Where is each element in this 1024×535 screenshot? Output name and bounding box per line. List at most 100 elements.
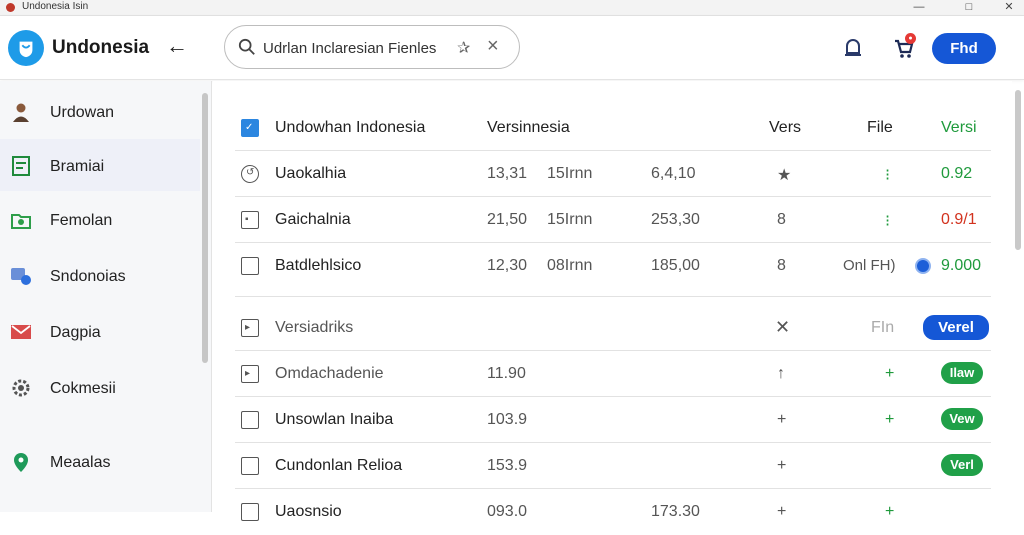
main-scrollbar[interactable] bbox=[1015, 90, 1021, 250]
cloud-icon bbox=[11, 268, 31, 285]
row-checkbox[interactable]: ▸ bbox=[241, 365, 259, 383]
star-icon[interactable]: ★ bbox=[777, 165, 791, 185]
section-checkbox[interactable]: ▸ bbox=[241, 319, 259, 337]
row-value-a: 12,30 bbox=[487, 257, 528, 274]
row-radio[interactable]: ↺ bbox=[241, 165, 259, 183]
section-fin-label: FIn bbox=[871, 319, 895, 336]
add-icon[interactable]: + bbox=[885, 365, 894, 383]
status-badge: Ilaw bbox=[941, 362, 983, 384]
sidebar-item-label: Urdowan bbox=[50, 104, 115, 121]
section-action-button[interactable]: Verel bbox=[923, 315, 989, 340]
more-icon[interactable]: ⁝ bbox=[885, 165, 890, 185]
row-version: 0.9/1 bbox=[941, 211, 977, 228]
row-name: Omdachadenie bbox=[275, 365, 384, 382]
pin-icon[interactable]: ✰ bbox=[457, 38, 470, 58]
row-value-a: 103.9 bbox=[487, 411, 528, 428]
brand-name: Undonesia bbox=[52, 37, 150, 58]
section-header-row: ▸ Versiadriks ✕ FIn Verel bbox=[235, 305, 991, 351]
window-title-bar: Undonesia Isin — □ ✕ bbox=[0, 0, 1024, 16]
table-row[interactable]: Unsowlan Inaiba 103.9 + + Vew bbox=[235, 397, 991, 443]
clear-search-icon[interactable]: × bbox=[487, 35, 499, 58]
status-badge: Verl bbox=[941, 454, 983, 476]
row-checkbox[interactable]: ▪ bbox=[241, 211, 259, 229]
document-icon bbox=[12, 156, 30, 176]
table-header-row: ✓ Undowhan Indonesia Versinnesia Vers Fi… bbox=[235, 105, 991, 151]
column-header-versi[interactable]: Versi bbox=[941, 119, 977, 137]
gear-icon bbox=[12, 379, 30, 397]
sidebar-item-sndonoias[interactable]: Sndonoias bbox=[0, 249, 200, 301]
table-row[interactable]: Uaosnsio 093.0 173.30 + + bbox=[235, 489, 991, 535]
search-input[interactable] bbox=[263, 37, 475, 59]
column-header-vers[interactable]: Vers bbox=[769, 119, 801, 137]
sidebar-item-cokmesii[interactable]: Cokmesii bbox=[0, 361, 200, 413]
sidebar-item-label: Meaalas bbox=[50, 454, 111, 471]
row-value-a: 093.0 bbox=[487, 503, 528, 520]
sidebar-item-meaalas[interactable]: Meaalas bbox=[0, 435, 200, 487]
row-name: Uaosnsio bbox=[275, 503, 342, 520]
row-value-b: 15Irnn bbox=[547, 165, 593, 182]
column-header-name: Undowhan Indonesia bbox=[275, 119, 426, 136]
add-icon[interactable]: + bbox=[777, 457, 786, 475]
row-value-a: 21,50 bbox=[487, 211, 528, 228]
sidebar-scrollbar[interactable] bbox=[202, 93, 208, 363]
row-version: 0.92 bbox=[941, 165, 973, 182]
minimize-icon[interactable]: — bbox=[904, 0, 934, 16]
close-icon[interactable]: ✕ bbox=[775, 317, 790, 338]
row-value-a: 153.9 bbox=[487, 457, 528, 474]
up-arrow-icon[interactable]: ↑ bbox=[777, 365, 785, 383]
logo-icon bbox=[8, 30, 44, 66]
row-checkbox[interactable] bbox=[241, 457, 259, 475]
search-box[interactable]: ✰ × bbox=[224, 25, 520, 69]
maximize-icon[interactable]: □ bbox=[954, 0, 984, 16]
person-icon bbox=[13, 103, 29, 122]
add-icon[interactable]: + bbox=[885, 411, 894, 429]
sidebar-item-urdowan[interactable]: Urdowan bbox=[0, 85, 200, 137]
row-checkbox[interactable] bbox=[241, 257, 259, 275]
table-row[interactable]: Cundonlan Relioa 153.9 + Verl bbox=[235, 443, 991, 489]
link-icon[interactable]: 8 bbox=[777, 257, 786, 275]
close-window-icon[interactable]: ✕ bbox=[994, 0, 1024, 16]
location-icon bbox=[14, 453, 28, 472]
status-dot-icon bbox=[915, 258, 931, 274]
link-icon[interactable]: 8 bbox=[777, 211, 786, 229]
add-icon[interactable]: + bbox=[777, 411, 786, 429]
table-row[interactable]: ↺ Uaokalhia 13,31 15Irnn 6,4,10 ★ ⁝ 0.92 bbox=[235, 151, 991, 197]
more-icon[interactable]: ⁝ bbox=[885, 211, 890, 231]
row-value-c: 185,00 bbox=[651, 257, 700, 274]
row-value-b: 08Irnn bbox=[547, 257, 593, 274]
column-header-version[interactable]: Versinnesia bbox=[487, 119, 570, 137]
search-icon bbox=[238, 38, 255, 55]
table-row[interactable]: ▸ Omdachadenie 11.90 ↑ + Ilaw bbox=[235, 351, 991, 397]
back-arrow-icon[interactable]: ← bbox=[164, 34, 190, 60]
select-all-checkbox[interactable]: ✓ bbox=[241, 119, 259, 137]
window-title: Undonesia Isin bbox=[22, 1, 89, 12]
row-value-a: 11.90 bbox=[487, 365, 526, 382]
sidebar-item-label: Femolan bbox=[50, 212, 113, 229]
row-checkbox[interactable] bbox=[241, 503, 259, 521]
row-checkbox[interactable] bbox=[241, 411, 259, 429]
add-icon[interactable]: + bbox=[885, 503, 894, 521]
row-version: 9.000 bbox=[941, 257, 982, 274]
row-value-c: 173.30 bbox=[651, 503, 700, 520]
sidebar-item-bramiai[interactable]: Bramiai bbox=[0, 139, 200, 191]
bell-icon[interactable] bbox=[842, 36, 864, 60]
row-value-c: 6,4,10 bbox=[651, 165, 696, 182]
section-title: Versiadriks bbox=[275, 319, 354, 336]
column-header-file[interactable]: File bbox=[867, 119, 893, 137]
table-row[interactable]: Batdlehlsico 12,30 08Irnn 185,00 8 Onl F… bbox=[235, 243, 991, 297]
row-name: Uaokalhia bbox=[275, 165, 347, 182]
sidebar-item-dagpia[interactable]: Dagpia bbox=[0, 305, 200, 357]
row-name: Gaichalnia bbox=[275, 211, 351, 228]
header-action-button[interactable]: Fhd bbox=[932, 33, 996, 64]
sidebar-item-femolan[interactable]: Femolan bbox=[0, 193, 200, 245]
row-value-a: 13,31 bbox=[487, 165, 528, 182]
folder-icon bbox=[11, 214, 31, 229]
add-icon[interactable]: + bbox=[777, 503, 786, 521]
row-value-b: 15Irnn bbox=[547, 211, 593, 228]
status-badge: Vew bbox=[941, 408, 983, 430]
table-row[interactable]: ▪ Gaichalnia 21,50 15Irnn 253,30 8 ⁝ 0.9… bbox=[235, 197, 991, 243]
row-name: Unsowlan Inaiba bbox=[275, 411, 394, 428]
main-content: ✓ Undowhan Indonesia Versinnesia Vers Fi… bbox=[213, 81, 1012, 521]
app-icon bbox=[6, 3, 15, 12]
sidebar-item-label: Bramiai bbox=[50, 158, 105, 175]
